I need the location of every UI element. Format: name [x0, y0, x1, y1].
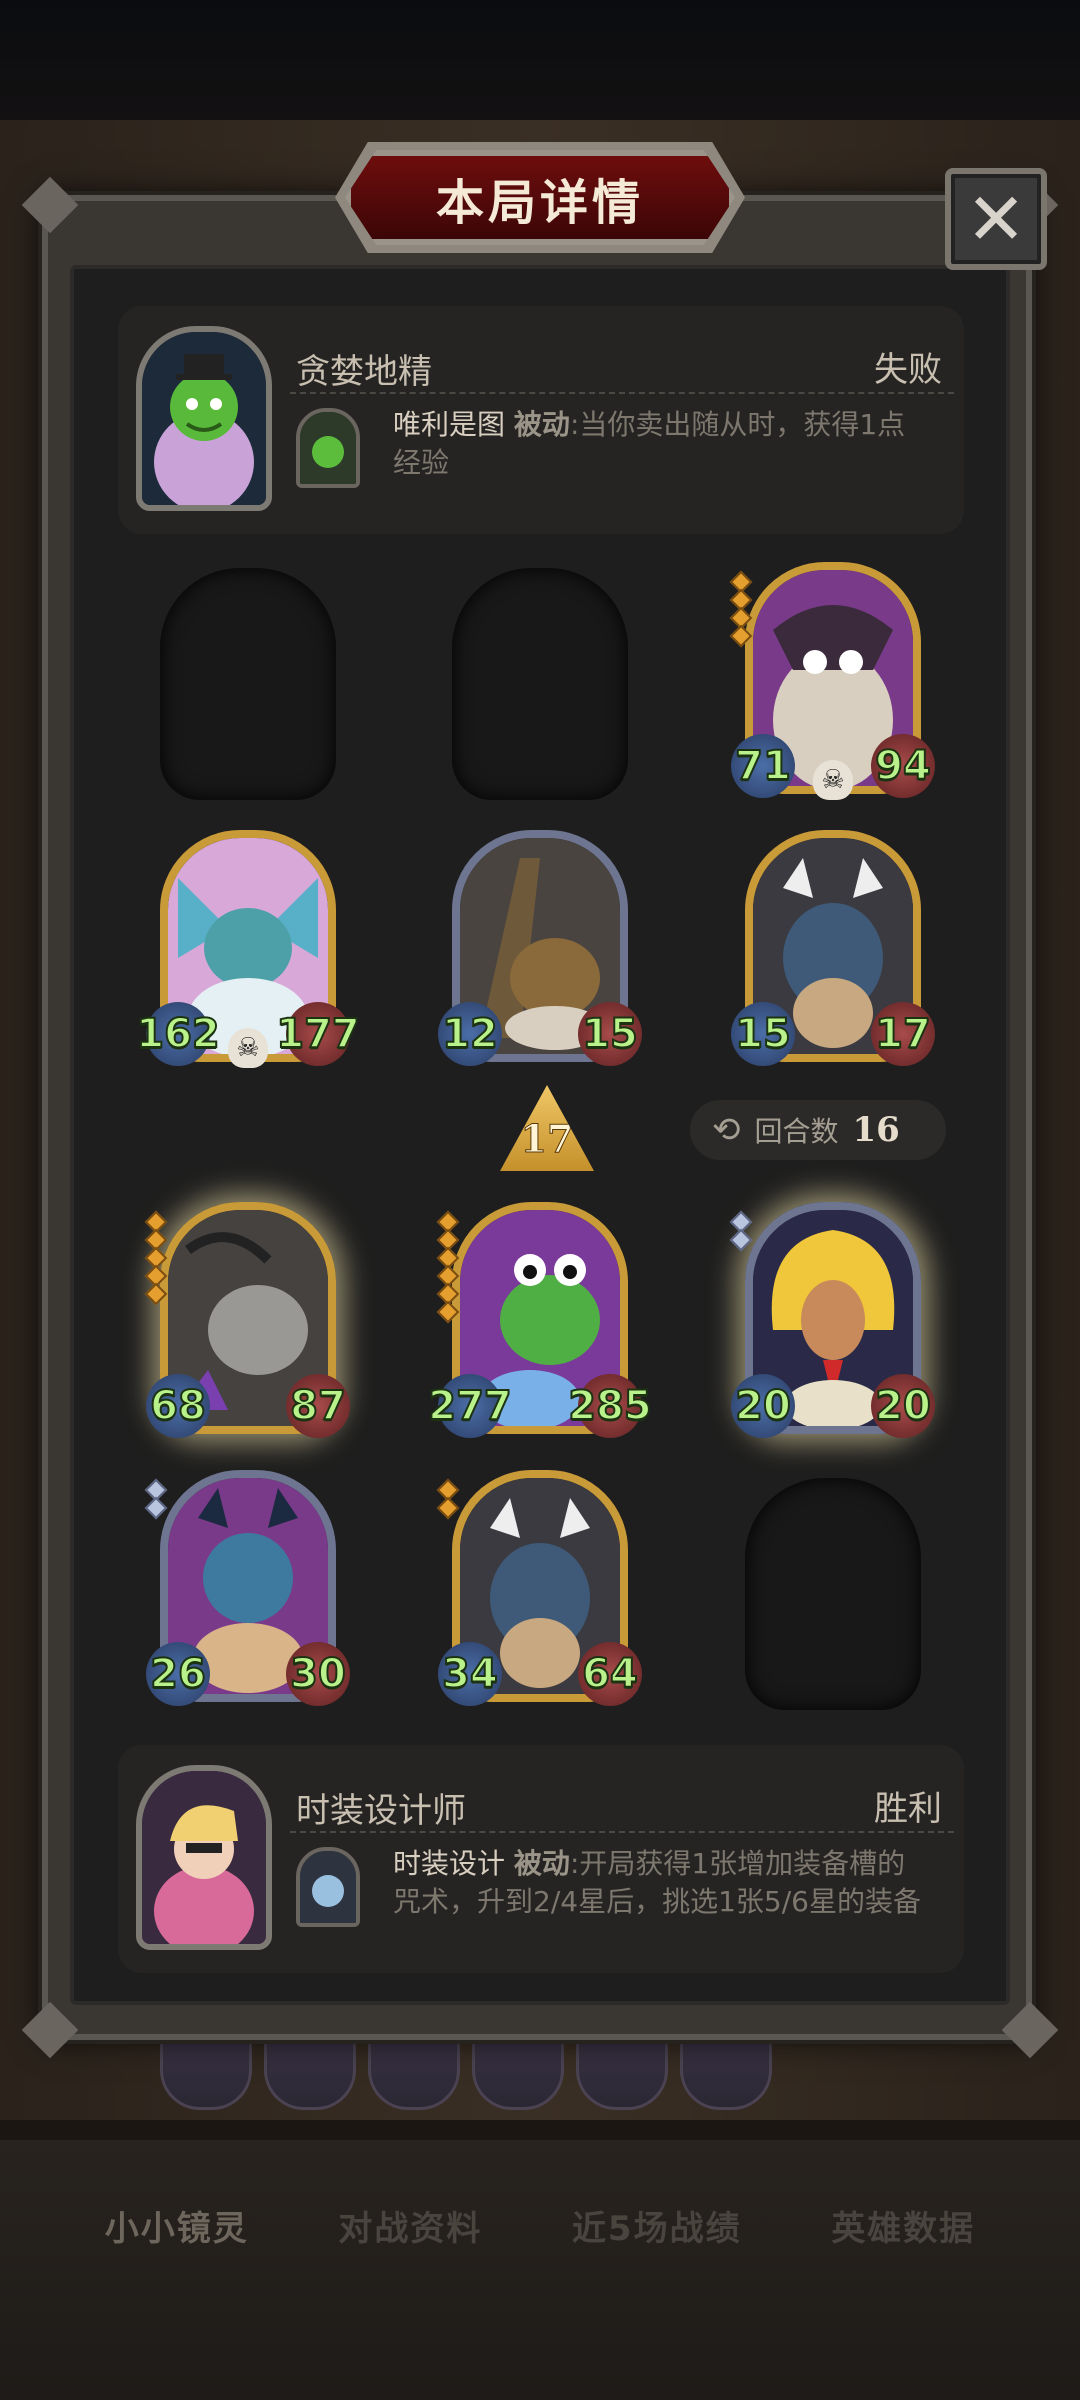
close-button[interactable]: ✕ [945, 168, 1047, 270]
divider [290, 392, 954, 394]
minion-card[interactable]: 68 87 [144, 1202, 350, 1438]
star-rating [729, 570, 753, 648]
attack-stat: 15 [731, 1002, 795, 1066]
tier-value: 17 [520, 1116, 574, 1162]
player-name: 时装设计师 [296, 1791, 466, 1831]
ability-tag: 被动 [513, 1847, 570, 1880]
goblin-portrait [136, 326, 272, 511]
player-result: 胜利 [874, 1789, 942, 1829]
star-rating [144, 1478, 168, 1520]
minion-card[interactable]: 12 15 [438, 830, 642, 1066]
minion-card[interactable]: 162 ☠ 177 [135, 830, 361, 1068]
ability-name: 时装设计 [393, 1847, 506, 1880]
round-label: 回合数 [754, 1115, 839, 1148]
health-stat: 87 [286, 1374, 350, 1438]
minion-card[interactable]: 15 17 [731, 830, 935, 1066]
health-stat: 64 [578, 1642, 642, 1706]
fashion-designer-portrait [136, 1765, 272, 1950]
minion-card[interactable]: 20 20 [729, 1202, 935, 1438]
minion-card[interactable]: 71 ☠ 94 [729, 562, 935, 800]
bottom-tabs: 小小镜灵 对战资料 近5场战绩 英雄数据 [0, 2185, 1080, 2265]
tab-battle-info[interactable]: 对战资料 [338, 2201, 482, 2250]
minion-card[interactable]: 277 285 [427, 1202, 653, 1438]
empty-minion-slot [160, 568, 336, 800]
round-counter: ⟲ 回合数 16 [690, 1100, 946, 1160]
tab-hero-data[interactable]: 英雄数据 [831, 2201, 975, 2250]
health-stat: 20 [871, 1374, 935, 1438]
health-stat: 15 [578, 1002, 642, 1066]
attack-stat: 20 [731, 1374, 795, 1438]
top-dark-band [0, 0, 1080, 140]
divider [290, 1831, 954, 1833]
empty-minion-slot [452, 568, 628, 800]
close-icon: ✕ [965, 177, 1027, 261]
attack-stat: 26 [146, 1642, 210, 1706]
empty-minion-slot [745, 1478, 921, 1710]
star-rating [729, 1210, 753, 1252]
health-stat: 30 [286, 1642, 350, 1706]
opponent-ability: 唯利是图 被动:当你卖出随从时，获得1点经验 [393, 406, 933, 482]
tab-recent-matches[interactable]: 近5场战绩 [572, 2201, 742, 2250]
dialog-title: 本局详情 [435, 174, 644, 231]
ability-tag: 被动 [513, 408, 570, 441]
health-stat: 285 [567, 1374, 653, 1438]
minion-card[interactable]: 34 64 [436, 1470, 642, 1706]
goblin-hero-power-icon [296, 408, 360, 488]
minion-card[interactable]: 26 30 [144, 1470, 350, 1706]
opponent-panel: 贪婪地精 失败 唯利是图 被动:当你卖出随从时，获得1点经验 [118, 306, 964, 534]
attack-stat: 68 [146, 1374, 210, 1438]
attack-stat: 12 [438, 1002, 502, 1066]
refresh-icon: ⟲ [712, 1110, 741, 1150]
health-stat: 177 [275, 1002, 361, 1066]
health-stat: 17 [871, 1002, 935, 1066]
attack-stat: 162 [135, 1002, 221, 1066]
title-banner: 本局详情 [345, 150, 735, 245]
bottom-nav-bar [0, 2140, 1080, 2400]
background-card-strip [160, 2035, 920, 2115]
skull-icon: ☠ [228, 1028, 268, 1068]
player-ability: 时装设计 被动:开局获得1张增加装备槽的咒术，升到2/4星后，挑选1张5/6星的… [393, 1845, 933, 1921]
opponent-name: 贪婪地精 [296, 352, 432, 392]
round-value: 16 [852, 1110, 900, 1150]
star-rating [436, 1478, 460, 1520]
attack-stat: 277 [427, 1374, 513, 1438]
ability-name: 唯利是图 [393, 408, 506, 441]
player-panel: 时装设计师 胜利 时装设计 被动:开局获得1张增加装备槽的咒术，升到2/4星后，… [118, 1745, 964, 1973]
skull-icon: ☠ [813, 760, 853, 800]
health-stat: 94 [871, 734, 935, 798]
opponent-result: 失败 [874, 350, 942, 390]
star-rating [436, 1210, 460, 1324]
fashion-hero-power-icon [296, 1847, 360, 1927]
tab-mirror-spirit[interactable]: 小小镜灵 [105, 2201, 249, 2250]
attack-stat: 34 [438, 1642, 502, 1706]
star-rating [144, 1210, 168, 1306]
attack-stat: 71 [731, 734, 795, 798]
